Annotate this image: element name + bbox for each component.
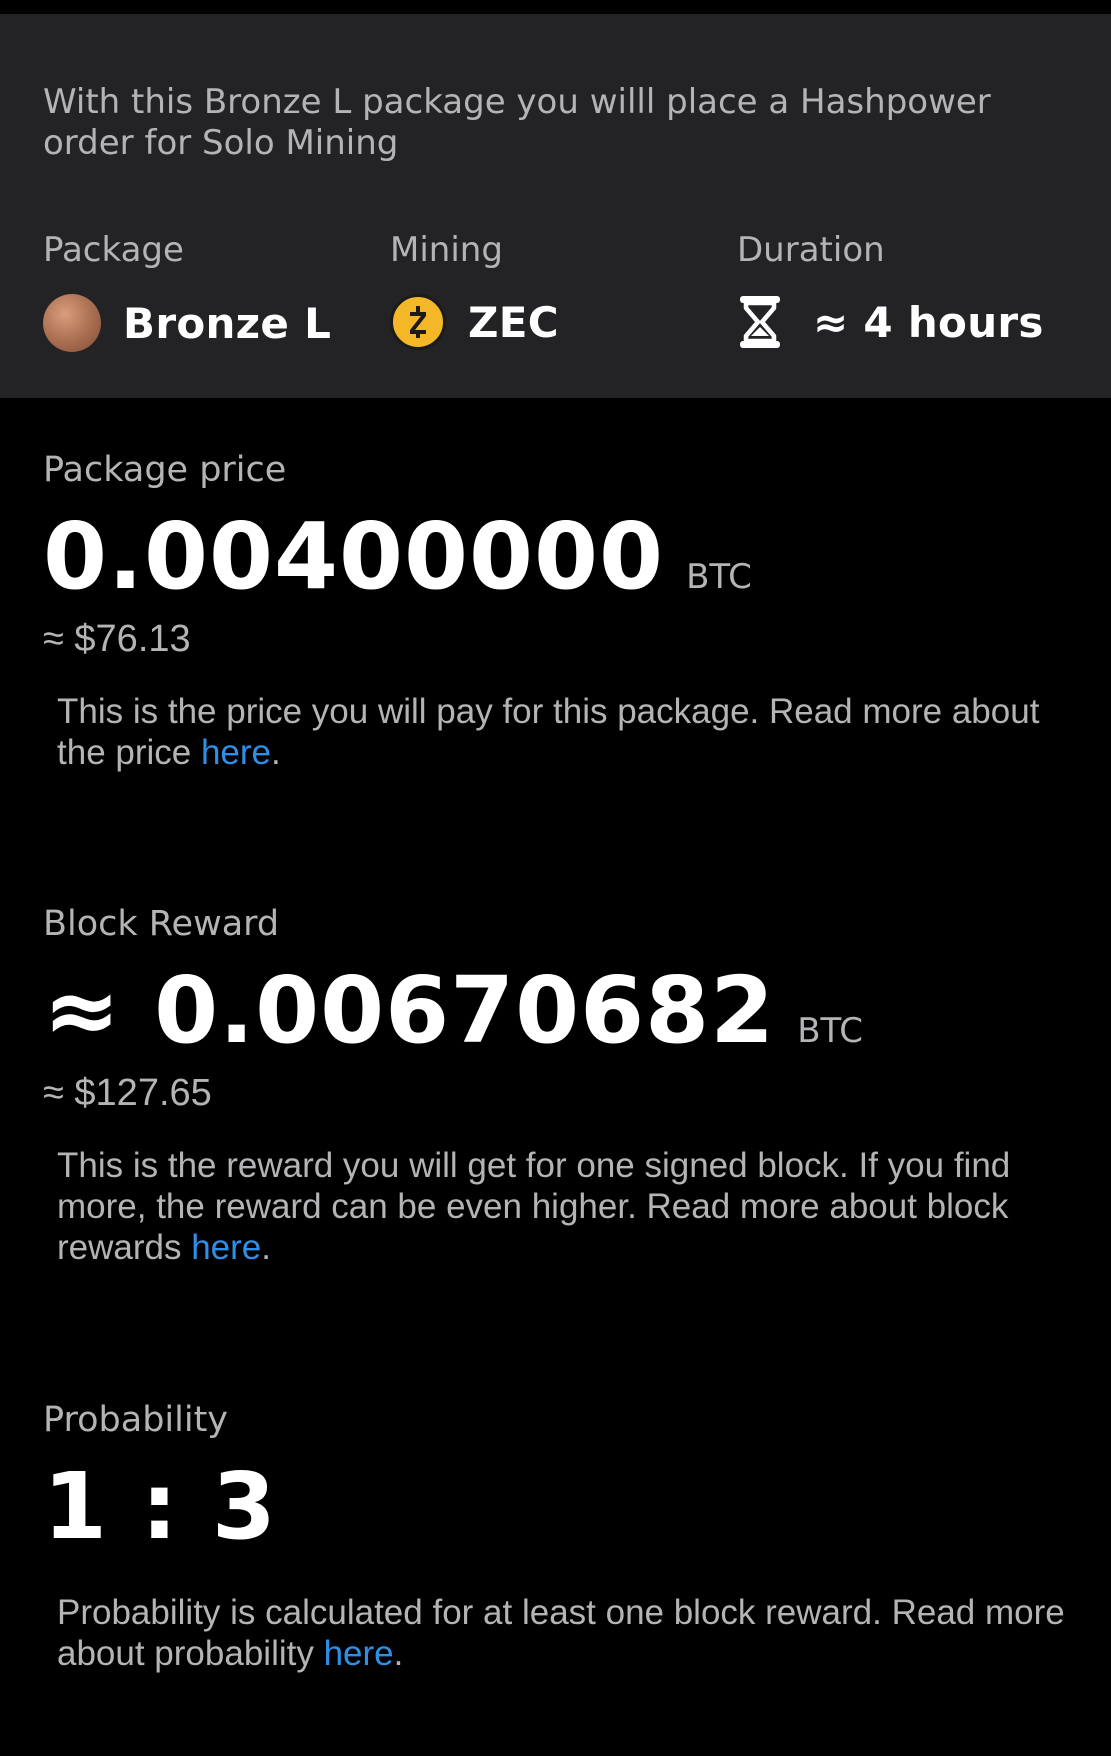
zec-coin-icon bbox=[390, 294, 446, 350]
package-price-section: Package price 0.00400000 BTC ≈ $76.13 Th… bbox=[43, 450, 1073, 773]
package-info: Package Bronze L bbox=[43, 230, 331, 352]
duration-label: Duration bbox=[737, 230, 885, 270]
block-reward-description: This is the reward you will get for one … bbox=[57, 1145, 1067, 1268]
package-price-label: Package price bbox=[43, 450, 287, 490]
package-price-value: 0.00400000 bbox=[43, 503, 665, 610]
hourglass-icon bbox=[740, 296, 780, 348]
mining-label: Mining bbox=[390, 230, 503, 270]
mining-value: ZEC bbox=[468, 297, 559, 347]
block-reward-value: ≈ 0.00670682 bbox=[43, 957, 776, 1064]
probability-value: 1 : 3 bbox=[43, 1453, 277, 1560]
package-summary-panel: With this Bronze L package you willl pla… bbox=[0, 14, 1111, 398]
intro-text: With this Bronze L package you willl pla… bbox=[43, 82, 991, 163]
block-reward-section: Block Reward ≈ 0.00670682 BTC ≈ $127.65 … bbox=[43, 904, 1073, 1268]
top-strip bbox=[0, 0, 1111, 14]
block-reward-label: Block Reward bbox=[43, 904, 280, 944]
probability-description-text: Probability is calculated for at least o… bbox=[57, 1593, 1065, 1673]
package-value: Bronze L bbox=[123, 298, 332, 348]
package-price-fiat: ≈ $76.13 bbox=[43, 618, 191, 660]
package-price-description: This is the price you will pay for this … bbox=[57, 691, 1067, 773]
probability-section: Probability 1 : 3 Probability is calcula… bbox=[43, 1400, 1073, 1674]
duration-value: ≈ 4 hours bbox=[813, 297, 1044, 347]
mining-info: Mining ZEC bbox=[390, 230, 559, 350]
bronze-medal-icon bbox=[43, 294, 101, 352]
probability-description-end: . bbox=[393, 1634, 404, 1673]
zec-symbol-icon bbox=[410, 306, 426, 338]
package-label: Package bbox=[43, 230, 184, 270]
price-info-link[interactable]: here bbox=[201, 733, 271, 772]
probability-info-link[interactable]: here bbox=[324, 1634, 394, 1673]
duration-info: Duration ≈ 4 hours bbox=[737, 230, 1044, 350]
package-price-unit: BTC bbox=[686, 557, 752, 597]
block-reward-unit: BTC bbox=[797, 1011, 864, 1051]
reward-info-link[interactable]: here bbox=[191, 1228, 261, 1267]
probability-label: Probability bbox=[43, 1400, 229, 1440]
package-price-description-end: . bbox=[271, 733, 281, 772]
block-reward-description-end: . bbox=[261, 1228, 272, 1267]
block-reward-fiat: ≈ $127.65 bbox=[43, 1072, 212, 1114]
probability-description: Probability is calculated for at least o… bbox=[57, 1592, 1067, 1674]
